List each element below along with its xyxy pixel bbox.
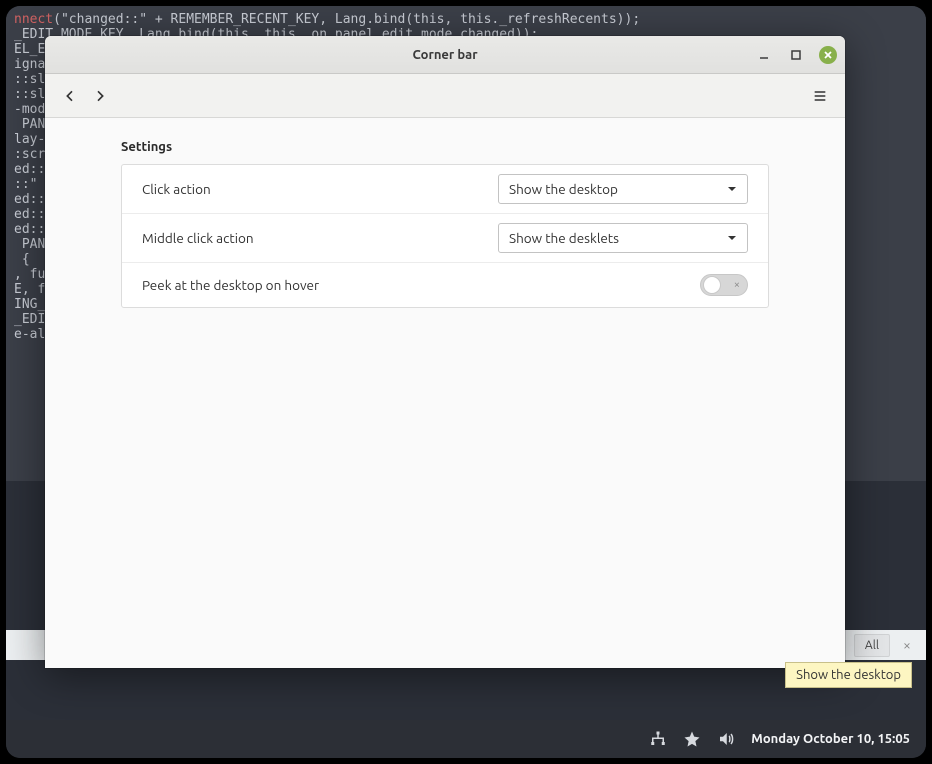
code-keyword: nnect <box>14 12 53 27</box>
code-text: PAN <box>14 117 45 132</box>
network-icon[interactable] <box>649 730 667 748</box>
back-button[interactable] <box>55 81 85 111</box>
settings-content: Settings Click action Show the desktop M… <box>45 118 845 668</box>
middle-click-action-row: Middle click action Show the desklets <box>122 214 768 263</box>
code-text: ("changed::" + REMEMBER_RECENT_KEY, Lang… <box>53 12 640 27</box>
close-button[interactable] <box>819 46 837 64</box>
code-text: PAN <box>14 237 45 252</box>
star-icon[interactable] <box>683 730 701 748</box>
menu-button[interactable] <box>805 81 835 111</box>
settings-window: Corner bar <box>45 36 845 668</box>
tooltip: Show the desktop <box>785 662 912 688</box>
peek-hover-switch[interactable]: × <box>700 274 748 296</box>
code-text: { <box>14 252 30 267</box>
section-title: Settings <box>121 140 769 154</box>
toolbar <box>45 74 845 118</box>
middle-click-action-combo[interactable]: Show the desklets <box>498 223 748 253</box>
code-text: lay- <box>14 132 45 147</box>
volume-icon[interactable] <box>717 730 735 748</box>
clock[interactable]: Monday October 10, 15:05 <box>751 732 910 746</box>
taskbar: Monday October 10, 15:05 <box>6 720 926 758</box>
settings-card: Click action Show the desktop Middle cli… <box>121 164 769 308</box>
middle-click-action-label: Middle click action <box>142 230 498 246</box>
close-icon[interactable]: × <box>898 636 916 654</box>
find-scope-selector[interactable]: All <box>854 634 890 657</box>
peek-hover-label: Peek at the desktop on hover <box>142 277 700 293</box>
switch-knob <box>703 276 721 294</box>
click-action-combo[interactable]: Show the desktop <box>498 174 748 204</box>
maximize-button[interactable] <box>787 46 805 64</box>
switch-off-icon: × <box>734 279 740 291</box>
window-title: Corner bar <box>45 48 845 62</box>
combo-value: Show the desklets <box>509 230 619 246</box>
combo-value: Show the desktop <box>509 181 618 197</box>
desktop: nnect("changed::" + REMEMBER_RECENT_KEY,… <box>6 6 926 758</box>
forward-button[interactable] <box>85 81 115 111</box>
chevron-down-icon <box>727 181 737 197</box>
minimize-button[interactable] <box>755 46 773 64</box>
chevron-down-icon <box>727 230 737 246</box>
click-action-row: Click action Show the desktop <box>122 165 768 214</box>
click-action-label: Click action <box>142 181 498 197</box>
titlebar[interactable]: Corner bar <box>45 36 845 74</box>
peek-hover-row: Peek at the desktop on hover × <box>122 263 768 307</box>
